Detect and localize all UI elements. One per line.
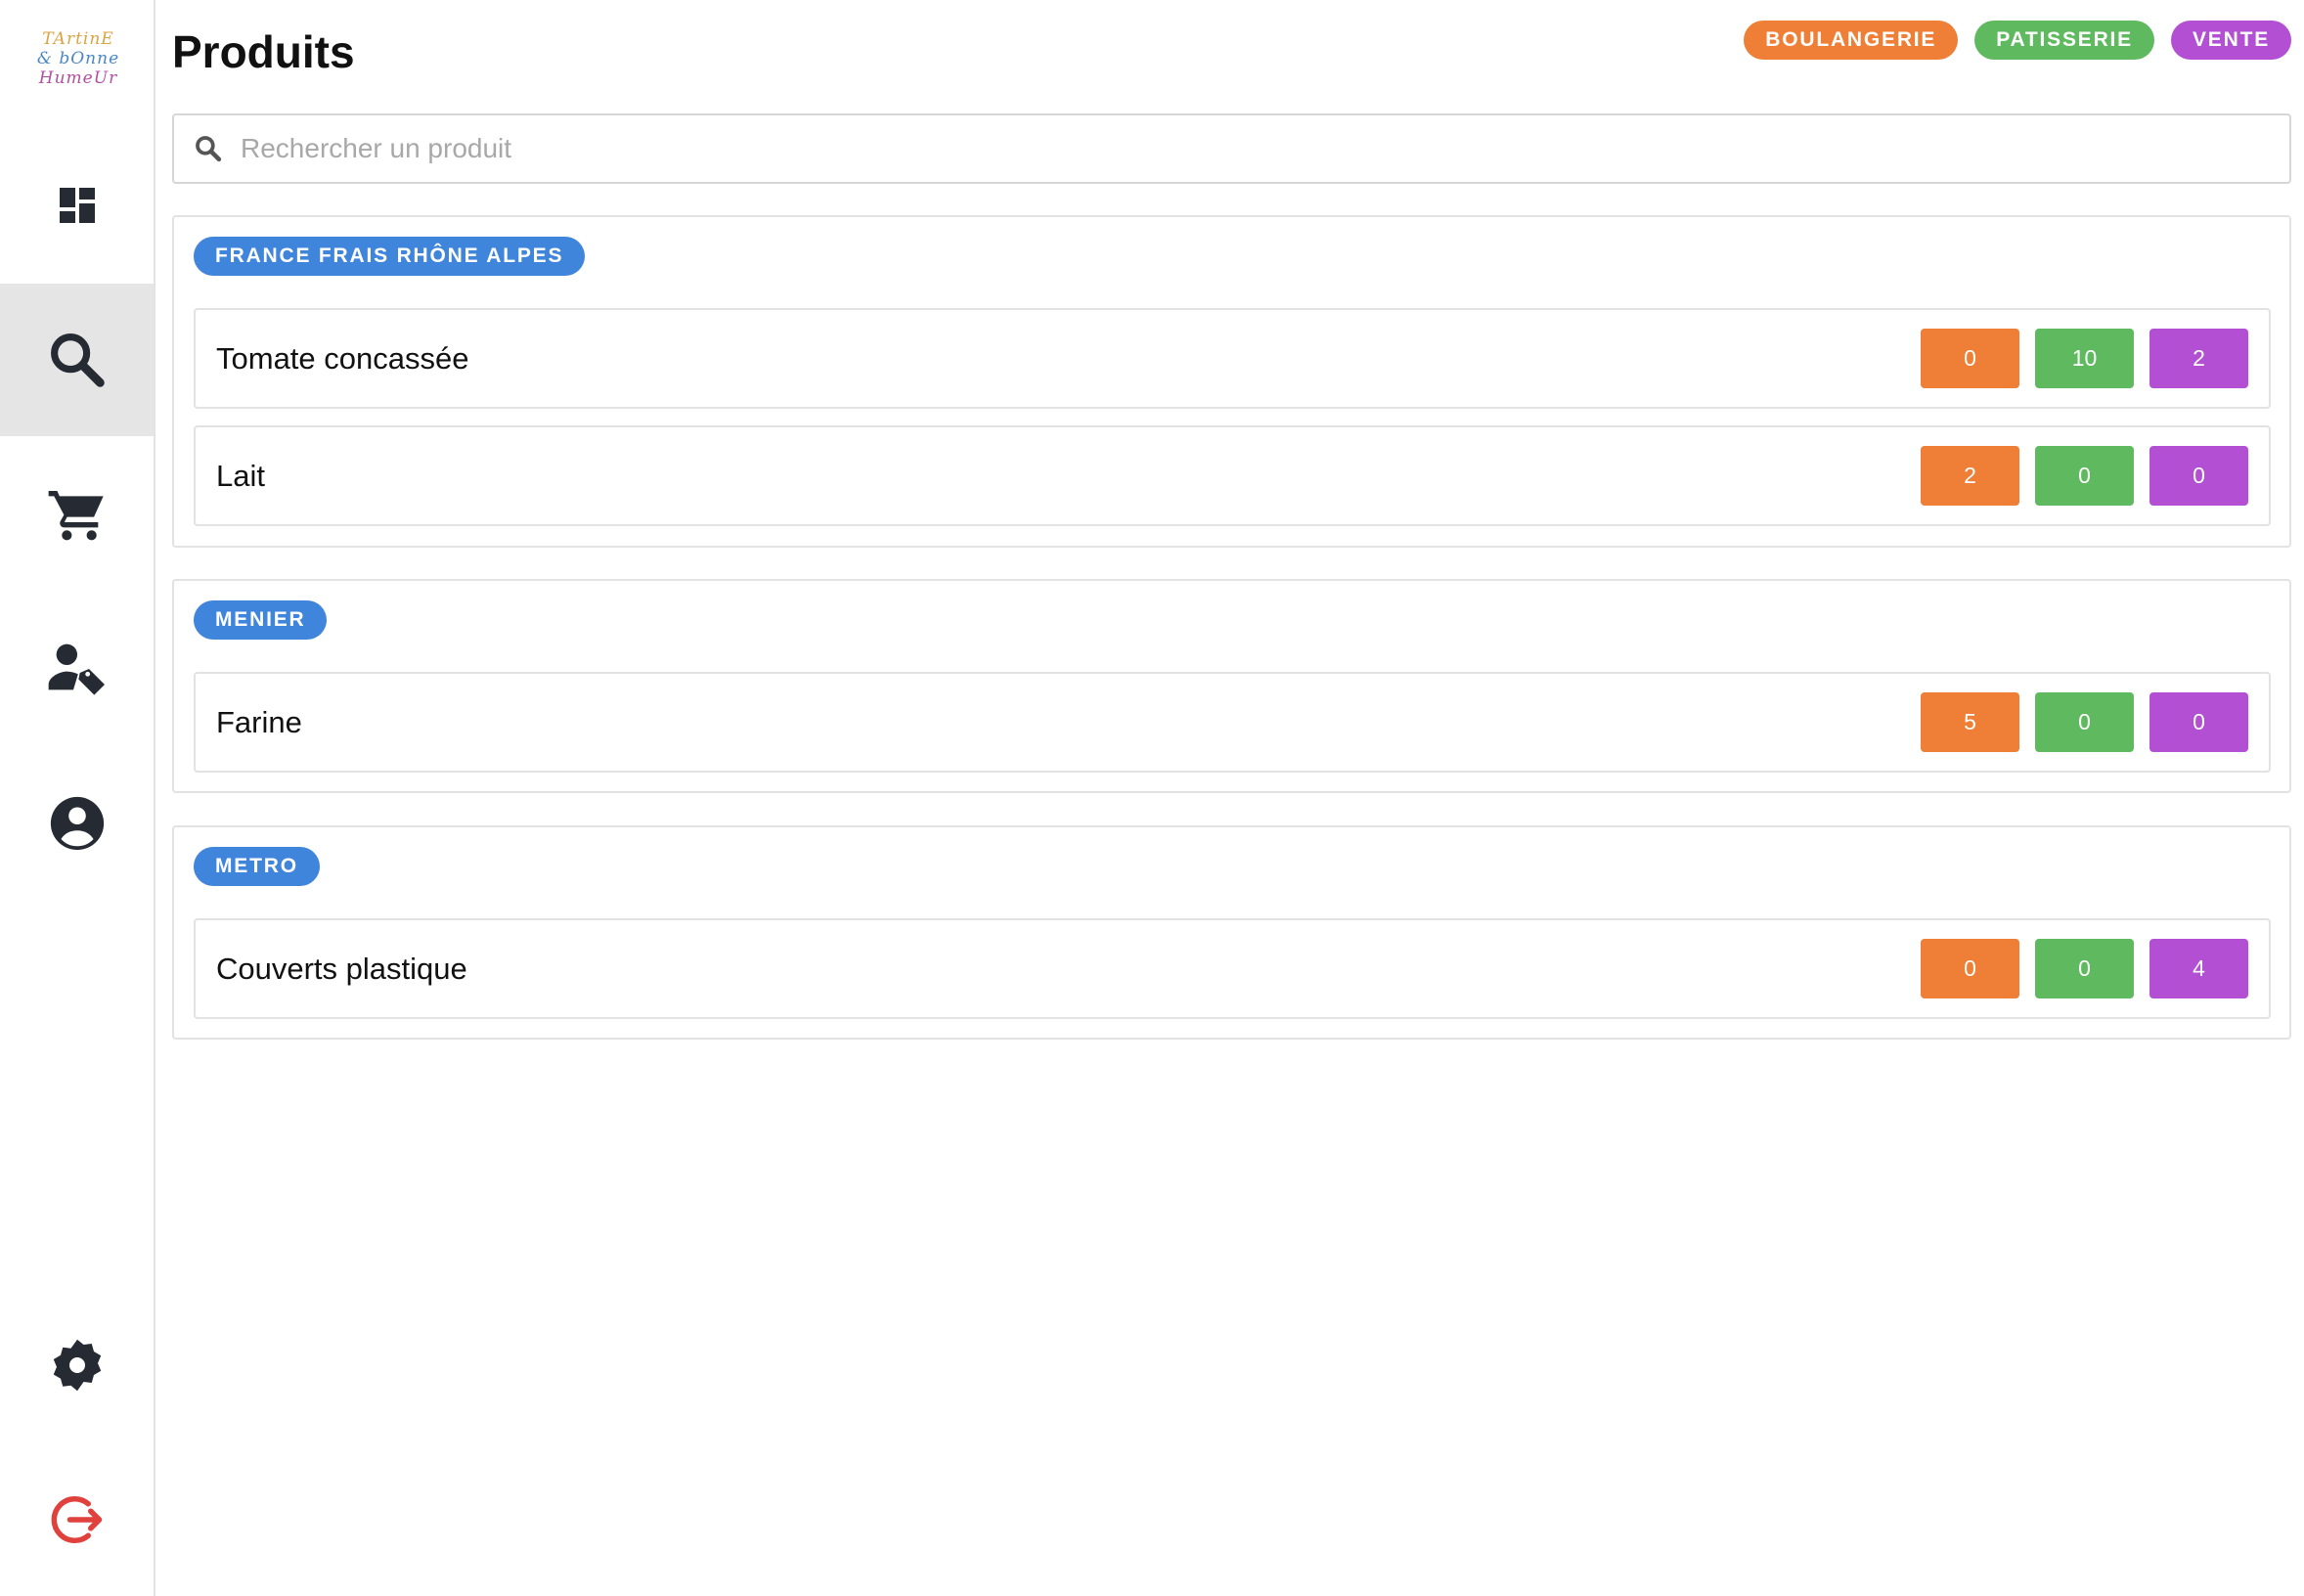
cart-icon (48, 491, 104, 541)
count-vente[interactable]: 0 (2149, 446, 2248, 506)
product-row[interactable]: Farine 5 0 0 (194, 672, 2271, 773)
supplier-badge: FRANCE FRAIS RHÔNE ALPES (194, 237, 586, 276)
count-vente[interactable]: 4 (2149, 939, 2248, 998)
logo-line-3: HumeUr (38, 68, 118, 88)
product-name: Farine (216, 704, 302, 739)
product-counts: 5 0 0 (1921, 692, 2248, 752)
dashboard-icon (59, 188, 95, 223)
count-patisserie[interactable]: 0 (2035, 446, 2134, 506)
category-tag-boulangerie[interactable]: BOULANGERIE (1744, 21, 1959, 60)
count-patisserie[interactable]: 0 (2035, 939, 2134, 998)
supplier-group: METRO Couverts plastique 0 0 4 (172, 825, 2291, 1040)
nav-item-search[interactable] (0, 284, 154, 436)
product-counts: 2 0 0 (1921, 446, 2248, 506)
product-row[interactable]: Couverts plastique 0 0 4 (194, 918, 2271, 1019)
nav-item-dashboard[interactable] (0, 129, 154, 282)
nav-item-account[interactable] (0, 747, 154, 900)
nav-item-suppliers[interactable] (0, 593, 154, 745)
logout-icon (51, 1496, 102, 1543)
count-patisserie[interactable]: 0 (2035, 692, 2134, 752)
sidebar: TArtinE & bOnne HumeUr (0, 0, 155, 1596)
product-name: Tomate concassée (216, 340, 469, 376)
search-input[interactable] (241, 133, 2099, 164)
account-icon (50, 796, 104, 851)
product-name: Couverts plastique (216, 951, 467, 986)
count-boulangerie[interactable]: 5 (1921, 692, 2019, 752)
product-counts: 0 0 4 (1921, 939, 2248, 998)
category-legend: BOULANGERIE PATISSERIE VENTE (1744, 21, 2291, 60)
count-vente[interactable]: 0 (2149, 692, 2248, 752)
search-icon (196, 136, 222, 162)
count-boulangerie[interactable]: 0 (1921, 939, 2019, 998)
settings-icon (53, 1339, 101, 1392)
logo-line-1: TArtinE (42, 29, 114, 49)
nav-item-logout[interactable] (0, 1443, 154, 1596)
category-tag-patisserie[interactable]: PATISSERIE (1974, 21, 2154, 60)
nav-item-cart[interactable] (0, 438, 154, 591)
page-title: Produits (172, 26, 355, 77)
product-counts: 0 10 2 (1921, 329, 2248, 388)
supplier-badge: MENIER (194, 600, 328, 640)
count-vente[interactable]: 2 (2149, 329, 2248, 388)
product-row[interactable]: Tomate concassée 0 10 2 (194, 308, 2271, 409)
nav-item-settings[interactable] (0, 1289, 154, 1441)
search-icon (50, 333, 105, 387)
count-boulangerie[interactable]: 2 (1921, 446, 2019, 506)
search-bar[interactable] (172, 113, 2291, 184)
category-tag-vente[interactable]: VENTE (2170, 21, 2291, 60)
product-name: Lait (216, 458, 265, 493)
supplier-group: FRANCE FRAIS RHÔNE ALPES Tomate concassé… (172, 215, 2291, 548)
logo-line-2: & bOnne (36, 49, 120, 68)
supplier-tag-icon (48, 643, 105, 695)
product-row[interactable]: Lait 2 0 0 (194, 425, 2271, 526)
supplier-badge: METRO (194, 847, 320, 886)
count-patisserie[interactable]: 10 (2035, 329, 2134, 388)
count-boulangerie[interactable]: 0 (1921, 329, 2019, 388)
brand-logo[interactable]: TArtinE & bOnne HumeUr (29, 29, 127, 94)
supplier-group: MENIER Farine 5 0 0 (172, 579, 2291, 793)
